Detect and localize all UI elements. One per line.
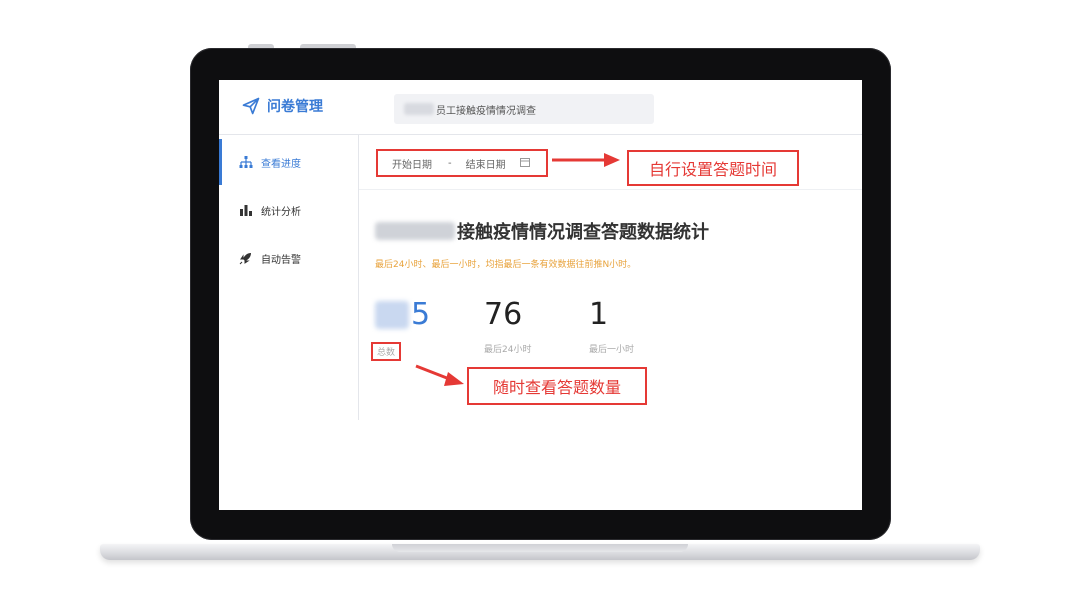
sitemap-icon (239, 155, 253, 169)
blurred-text (404, 103, 434, 115)
stat-last-24h: 76 最后24小时 (484, 296, 531, 355)
stat-total-value: 5 (411, 297, 431, 332)
top-bar: 问卷管理 员工接触疫情情况调查 (219, 80, 862, 135)
app-title: 问卷管理 (267, 99, 323, 115)
stat-value: 1 (589, 297, 609, 332)
stat-value: 76 (484, 297, 523, 332)
sidebar-item-alert[interactable]: 自动告警 (219, 235, 357, 281)
sidebar-item-label: 统计分析 (261, 206, 301, 218)
end-date-placeholder: 结束日期 (465, 159, 506, 171)
start-date-placeholder: 开始日期 (392, 159, 432, 171)
sidebar-item-label: 查看进度 (261, 158, 301, 170)
calendar-icon (519, 157, 530, 170)
blurred-text (375, 222, 455, 240)
bar-chart-icon (239, 203, 253, 217)
app-logo[interactable]: 问卷管理 (241, 96, 323, 116)
stat-label: 最后一小时 (589, 345, 635, 355)
survey-search-input[interactable]: 员工接触疫情情况调查 (394, 94, 654, 124)
paper-plane-icon (242, 97, 260, 115)
date-callout: 自行设置答题时间 (627, 150, 799, 186)
annotation-arrow (415, 364, 464, 386)
date-separator: - (448, 157, 452, 169)
sidebar-item-statistics[interactable]: 统计分析 (219, 187, 357, 233)
stats-hint: 最后24小时、最后一小时，均指最后一条有效数据往前推N小时。 (375, 260, 637, 270)
blurred-number (375, 301, 409, 329)
laptop-screen: 问卷管理 员工接触疫情情况调查 查看进度 统计分析 自动告警 开始日期 - 结束… (219, 80, 862, 510)
date-range-picker[interactable]: 开始日期 - 结束日期 (376, 149, 548, 177)
sidebar: 查看进度 统计分析 自动告警 (219, 135, 359, 420)
stat-label: 最后24小时 (484, 345, 532, 355)
rocket-icon (239, 251, 253, 265)
sidebar-item-progress[interactable]: 查看进度 (219, 139, 360, 185)
stat-total: 5 总数 (371, 296, 430, 361)
count-callout: 随时查看答题数量 (467, 367, 647, 405)
stat-label: 总数 (371, 342, 430, 361)
stat-last-1h: 1 最后一小时 (589, 296, 634, 355)
search-value: 员工接触疫情情况调查 (436, 105, 536, 117)
annotation-arrow (552, 153, 620, 167)
sidebar-item-label: 自动告警 (261, 254, 301, 266)
stat-total-label: 总数 (371, 342, 402, 361)
laptop-base-notch (392, 544, 688, 552)
page-title: 接触疫情情况调查答题数据统计 (375, 218, 709, 244)
page-title-text: 接触疫情情况调查答题数据统计 (457, 222, 709, 243)
stat-value: 5 (375, 296, 430, 334)
